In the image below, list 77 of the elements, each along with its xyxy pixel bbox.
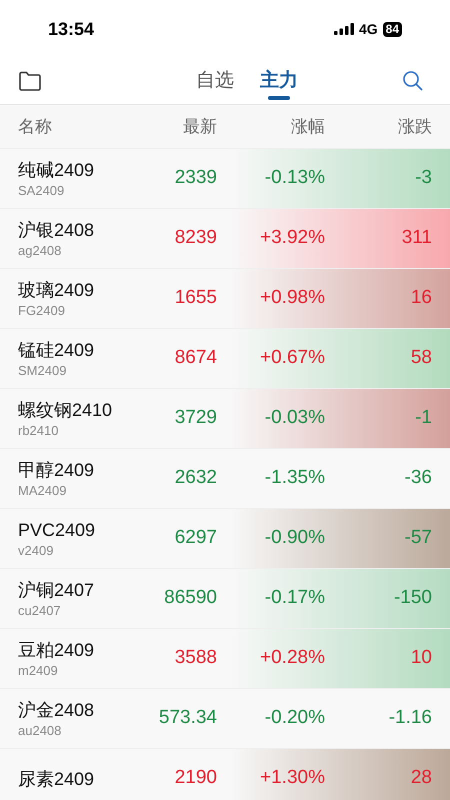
contract-name: 甲醇2409: [18, 458, 96, 482]
change-percent: -1.35%: [264, 466, 325, 490]
change-percent: +0.28%: [259, 646, 325, 670]
tab[interactable]: 主力: [260, 62, 298, 100]
signal-icon: [334, 23, 354, 35]
latest-price: 573.34: [158, 706, 217, 730]
network-label: 4G: [358, 20, 378, 38]
contract-name: 纯碱2409: [18, 158, 96, 182]
latest-price: 2632: [174, 466, 217, 490]
contract-code: v2409: [18, 542, 54, 560]
quote-row[interactable]: 豆粕2409 m2409 3588 +0.28% 10: [0, 629, 450, 689]
change-amount: -1: [414, 406, 432, 430]
contract-name: 锰硅2409: [18, 338, 96, 362]
contract-code: SA2409: [18, 182, 66, 200]
change-percent: -0.17%: [264, 586, 325, 610]
contract-code: au2408: [18, 722, 62, 740]
latest-price: 8239: [174, 226, 217, 250]
contract-code: cu2407: [18, 602, 62, 620]
change-percent: +3.92%: [259, 226, 325, 250]
change-percent: +0.98%: [259, 286, 325, 310]
latest-price: 2190: [174, 766, 217, 790]
contract-code: ag2408: [18, 242, 62, 260]
change-percent: -0.13%: [264, 166, 325, 190]
search-icon[interactable]: [402, 70, 424, 92]
contract-code: rb2410: [18, 422, 60, 440]
quote-row[interactable]: 沪金2408 au2408 573.34 -0.20% -1.16: [0, 689, 450, 749]
latest-price: 3588: [174, 646, 217, 670]
contract-code: SM2409: [18, 362, 68, 380]
contract-name: 沪铜2407: [18, 578, 96, 602]
change-amount: -1.16: [388, 706, 432, 730]
folder-icon[interactable]: [18, 71, 42, 91]
latest-price: 2339: [174, 166, 217, 190]
quote-row[interactable]: 锰硅2409 SM2409 8674 +0.67% 58: [0, 329, 450, 389]
quote-row[interactable]: 纯碱2409 SA2409 2339 -0.13% -3: [0, 149, 450, 209]
change-amount: 58: [410, 346, 432, 370]
quote-row[interactable]: PVC2409 v2409 6297 -0.90% -57: [0, 509, 450, 569]
change-amount: -36: [404, 466, 432, 490]
contract-name: 螺纹钢2410: [18, 398, 114, 422]
column-header: 名称: [18, 116, 53, 138]
change-amount: 311: [400, 226, 432, 250]
quote-row[interactable]: 沪铜2407 cu2407 86590 -0.17% -150: [0, 569, 450, 629]
quote-row[interactable]: 沪银2408 ag2408 8239 +3.92% 311: [0, 209, 450, 269]
change-percent: +1.30%: [259, 766, 325, 790]
contract-code: FG2409: [18, 302, 66, 320]
change-amount: 16: [410, 286, 432, 310]
column-header: 最新: [182, 116, 217, 138]
change-percent: -0.90%: [264, 526, 325, 550]
contract-name: 玻璃2409: [18, 278, 96, 302]
quote-row[interactable]: 螺纹钢2410 rb2410 3729 -0.03% -1: [0, 389, 450, 449]
latest-price: 1655: [174, 286, 217, 310]
quote-row[interactable]: 甲醇2409 MA2409 2632 -1.35% -36: [0, 449, 450, 509]
contract-code: MA2409: [18, 482, 68, 500]
quote-row[interactable]: 玻璃2409 FG2409 1655 +0.98% 16: [0, 269, 450, 329]
change-amount: 10: [410, 646, 432, 670]
contract-name: 沪银2408: [18, 218, 96, 242]
change-amount: 28: [410, 766, 432, 790]
contract-name: 豆粕2409: [18, 638, 96, 662]
contract-code: m2409: [18, 662, 59, 680]
status-time: 13:54: [48, 18, 94, 40]
contract-name: 尿素2409: [18, 768, 96, 790]
change-amount: -150: [392, 586, 432, 610]
column-header: 涨跌: [397, 116, 432, 138]
latest-price: 3729: [174, 406, 217, 430]
contract-name: 沪金2408: [18, 698, 96, 722]
latest-price: 6297: [174, 526, 217, 550]
change-percent: -0.03%: [264, 406, 325, 430]
quote-row[interactable]: 尿素2409 2190 +1.30% 28: [0, 749, 450, 800]
change-amount: -57: [404, 526, 432, 550]
change-amount: -3: [414, 166, 432, 190]
column-header: 涨幅: [290, 116, 325, 138]
contract-name: PVC2409: [18, 518, 96, 542]
change-percent: +0.67%: [259, 346, 325, 370]
battery-indicator: 84: [382, 22, 402, 36]
tab[interactable]: 自选: [196, 62, 234, 100]
change-percent: -0.20%: [264, 706, 325, 730]
latest-price: 86590: [163, 586, 217, 610]
latest-price: 8674: [174, 346, 217, 370]
